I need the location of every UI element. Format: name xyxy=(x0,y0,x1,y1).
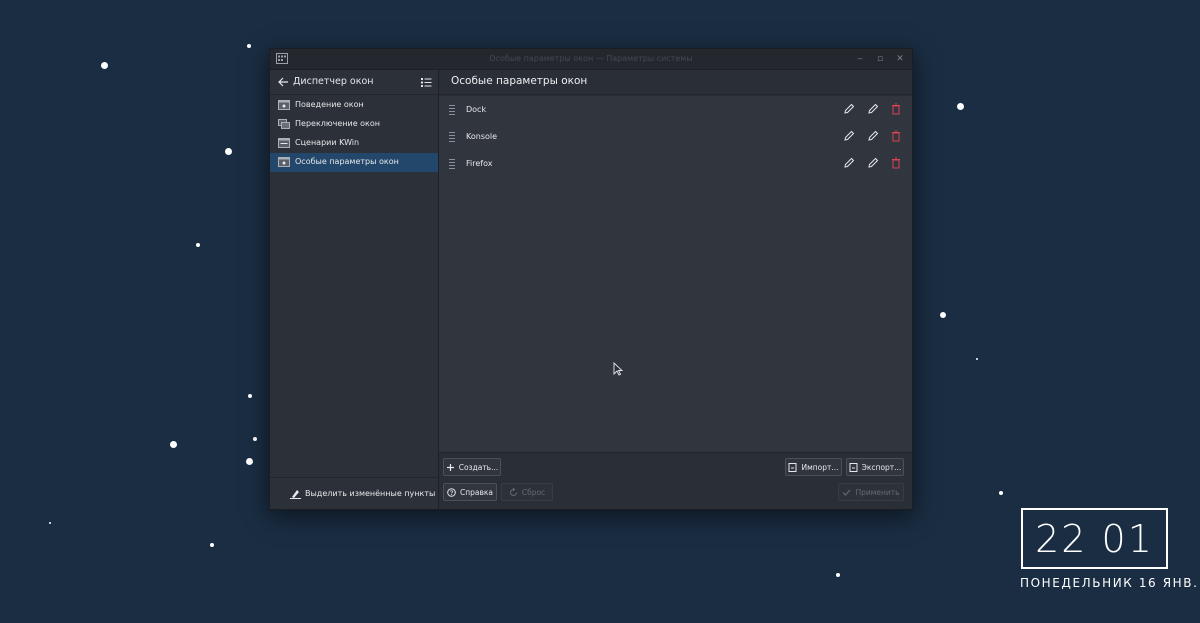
system-settings-window: Особые параметры окон — Параметры систем… xyxy=(269,48,913,510)
sidebar-title: Диспетчер окон xyxy=(293,76,374,87)
back-arrow-icon[interactable] xyxy=(277,76,289,88)
maximize-icon[interactable]: ▫ xyxy=(874,53,886,65)
checkmark-icon xyxy=(843,489,851,496)
window-icon xyxy=(278,157,290,167)
star xyxy=(49,522,51,524)
star xyxy=(101,62,108,69)
window-icon xyxy=(278,100,290,110)
close-icon[interactable]: ✕ xyxy=(894,53,906,65)
help-icon xyxy=(447,487,456,497)
sidebar-list: Поведение окон Переключение окон Сценари… xyxy=(270,96,438,172)
rule-name: Firefox xyxy=(466,159,493,168)
star xyxy=(253,437,257,441)
button-bar: Создать... Импорт... Экспорт... Справка … xyxy=(439,452,912,509)
star xyxy=(210,543,214,547)
create-button[interactable]: Создать... xyxy=(443,458,501,476)
star xyxy=(247,44,251,48)
rule-name: Konsole xyxy=(466,132,498,141)
drag-handle-icon[interactable] xyxy=(449,131,455,142)
clock-widget: 22 01 xyxy=(1021,508,1168,569)
star xyxy=(196,243,200,247)
sidebar-item-label: Поведение окон xyxy=(295,100,364,109)
minimize-icon[interactable]: ‒ xyxy=(854,53,866,65)
delete-icon[interactable] xyxy=(890,157,902,169)
window-title: Особые параметры окон — Параметры систем… xyxy=(489,54,693,63)
export-icon xyxy=(849,462,858,472)
highlight-changed-label: Выделить изменённые пункты xyxy=(305,489,436,498)
sidebar-item-label: Особые параметры окон xyxy=(295,157,399,166)
sidebar-item-window-rules[interactable]: Особые параметры окон xyxy=(270,153,438,172)
sidebar-item-label: Сценарии KWin xyxy=(295,138,360,147)
edit-icon[interactable] xyxy=(843,103,855,115)
sidebar-item-label: Переключение окон xyxy=(295,119,381,128)
edit-icon[interactable] xyxy=(867,157,879,169)
sidebar-item-kwin-scripts[interactable]: Сценарии KWin xyxy=(270,134,438,153)
import-icon xyxy=(788,462,797,472)
clock-time: 22 01 xyxy=(1035,517,1154,561)
rule-row[interactable]: Konsole xyxy=(439,123,912,150)
star xyxy=(170,441,177,448)
star xyxy=(246,458,253,465)
apply-button[interactable]: Применить xyxy=(838,483,904,501)
sidebar: Диспетчер окон Поведение окон Переключен… xyxy=(270,70,439,509)
rule-name: Dock xyxy=(466,105,487,114)
main-header: Особые параметры окон xyxy=(439,70,912,95)
edit-icon[interactable] xyxy=(867,103,879,115)
apply-button-label: Применить xyxy=(855,487,900,497)
reset-button[interactable]: Сброс xyxy=(501,483,553,501)
drag-handle-icon[interactable] xyxy=(449,158,455,169)
sidebar-header: Диспетчер окон xyxy=(270,70,438,95)
rule-row[interactable]: Firefox xyxy=(439,150,912,177)
star xyxy=(836,573,840,577)
drag-handle-icon[interactable] xyxy=(449,104,455,115)
edit-icon[interactable] xyxy=(843,157,855,169)
help-button[interactable]: Справка xyxy=(443,483,497,501)
star xyxy=(248,394,252,398)
export-button-label: Экспорт... xyxy=(861,462,902,472)
highlight-changed-button[interactable]: Выделить изменённые пункты xyxy=(270,477,438,509)
star xyxy=(999,491,1003,495)
sidebar-item-window-switching[interactable]: Переключение окон xyxy=(270,115,438,134)
mouse-cursor-icon xyxy=(613,362,623,376)
star xyxy=(225,148,232,155)
delete-icon[interactable] xyxy=(890,103,902,115)
import-button-label: Импорт... xyxy=(801,462,839,472)
edit-icon[interactable] xyxy=(867,130,879,142)
star xyxy=(940,312,946,318)
sidebar-item-window-behavior[interactable]: Поведение окон xyxy=(270,96,438,115)
titlebar[interactable]: Особые параметры окон — Параметры систем… xyxy=(270,49,912,70)
windows-stack-icon xyxy=(278,119,290,129)
plus-icon xyxy=(446,463,454,471)
import-button[interactable]: Импорт... xyxy=(785,458,842,476)
star xyxy=(957,103,964,110)
reset-button-label: Сброс xyxy=(521,487,546,497)
export-button[interactable]: Экспорт... xyxy=(846,458,904,476)
clock-date: ПОНЕДЕЛЬНИК 16 ЯНВ. xyxy=(1020,576,1199,590)
help-button-label: Справка xyxy=(459,487,494,497)
rules-list: Dock Konsole Firefox xyxy=(439,96,912,452)
create-button-label: Создать... xyxy=(458,462,499,472)
rule-row[interactable]: Dock xyxy=(439,96,912,123)
list-view-icon[interactable] xyxy=(420,76,432,88)
main-panel: Особые параметры окон Dock Konsole Firef… xyxy=(439,70,912,509)
highlighter-icon xyxy=(290,490,301,499)
reset-icon xyxy=(509,487,517,496)
script-window-icon xyxy=(278,138,290,148)
edit-icon[interactable] xyxy=(843,130,855,142)
delete-icon[interactable] xyxy=(890,130,902,142)
page-title: Особые параметры окон xyxy=(451,75,588,87)
star xyxy=(976,358,978,360)
